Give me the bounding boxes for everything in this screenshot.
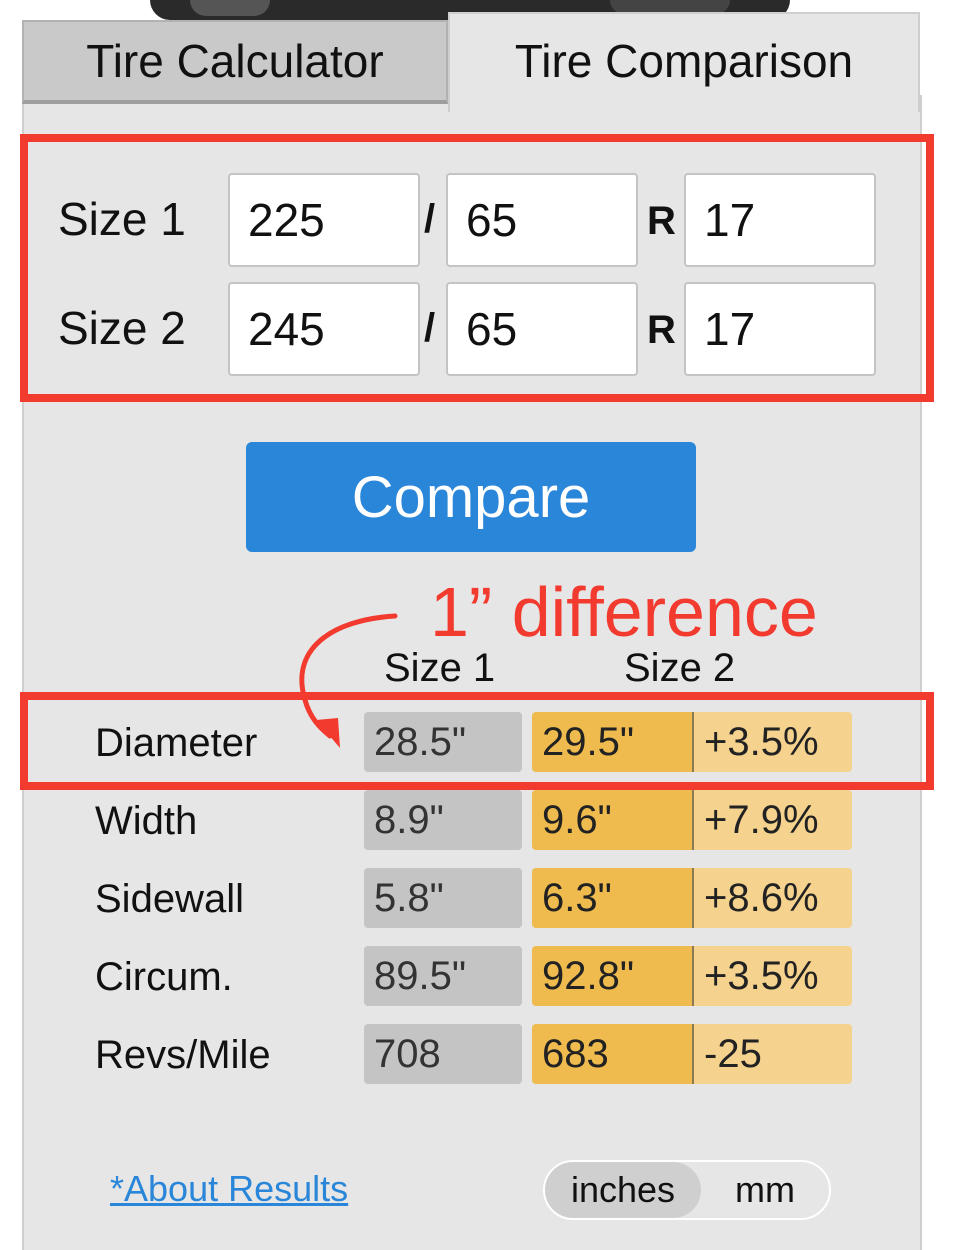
revs-per-mile-diff: -25	[692, 1024, 852, 1084]
rim-separator: R	[647, 199, 676, 243]
size-2-label: Size 2	[58, 302, 186, 354]
sidewall-diff: +8.6%	[692, 868, 852, 928]
width-size-1: 8.9"	[364, 790, 522, 850]
slash-separator: /	[424, 306, 436, 350]
unit-option-mm[interactable]: mm	[701, 1162, 829, 1218]
sidewall-size-2: 6.3"	[532, 868, 692, 928]
unit-option-inches[interactable]: inches	[545, 1162, 701, 1218]
row-label-width: Width	[95, 799, 198, 843]
col-header-size-1: Size 1	[384, 646, 496, 690]
slash-separator: /	[424, 197, 436, 241]
diameter-diff: +3.5%	[692, 712, 852, 772]
difference-annotation: 1” difference	[430, 573, 818, 651]
circumference-diff: +3.5%	[692, 946, 852, 1006]
row-label-diameter: Diameter	[95, 721, 258, 765]
circumference-size-2: 92.8"	[532, 946, 692, 1006]
sidewall-size-1: 5.8"	[364, 868, 522, 928]
circumference-size-1: 89.5"	[364, 946, 522, 1006]
col-header-size-2: Size 2	[624, 646, 736, 690]
diameter-size-2: 29.5"	[532, 712, 692, 772]
row-label-sidewall: Sidewall	[95, 877, 244, 921]
unit-toggle: inches mm	[543, 1160, 831, 1220]
row-label-circumference: Circum.	[95, 955, 233, 999]
diameter-size-1: 28.5"	[364, 712, 522, 772]
revs-per-mile-size-2: 683	[532, 1024, 692, 1084]
size-1-aspect-input[interactable]: 65	[446, 173, 638, 267]
revs-per-mile-size-1: 708	[364, 1024, 522, 1084]
size-2-aspect-input[interactable]: 65	[446, 282, 638, 376]
tab-tire-comparison[interactable]: Tire Comparison	[448, 12, 920, 112]
width-diff: +7.9%	[692, 790, 852, 850]
about-results-link[interactable]: *About Results	[110, 1168, 348, 1210]
size-1-label: Size 1	[58, 193, 186, 245]
rim-separator: R	[647, 308, 676, 352]
width-size-2: 9.6"	[532, 790, 692, 850]
compare-button[interactable]: Compare	[246, 442, 696, 552]
size-1-width-input[interactable]: 225	[228, 173, 420, 267]
row-label-revs-per-mile: Revs/Mile	[95, 1033, 271, 1077]
size-1-rim-input[interactable]: 17	[684, 173, 876, 267]
size-2-rim-input[interactable]: 17	[684, 282, 876, 376]
tab-tire-calculator[interactable]: Tire Calculator	[22, 20, 448, 104]
size-2-width-input[interactable]: 245	[228, 282, 420, 376]
